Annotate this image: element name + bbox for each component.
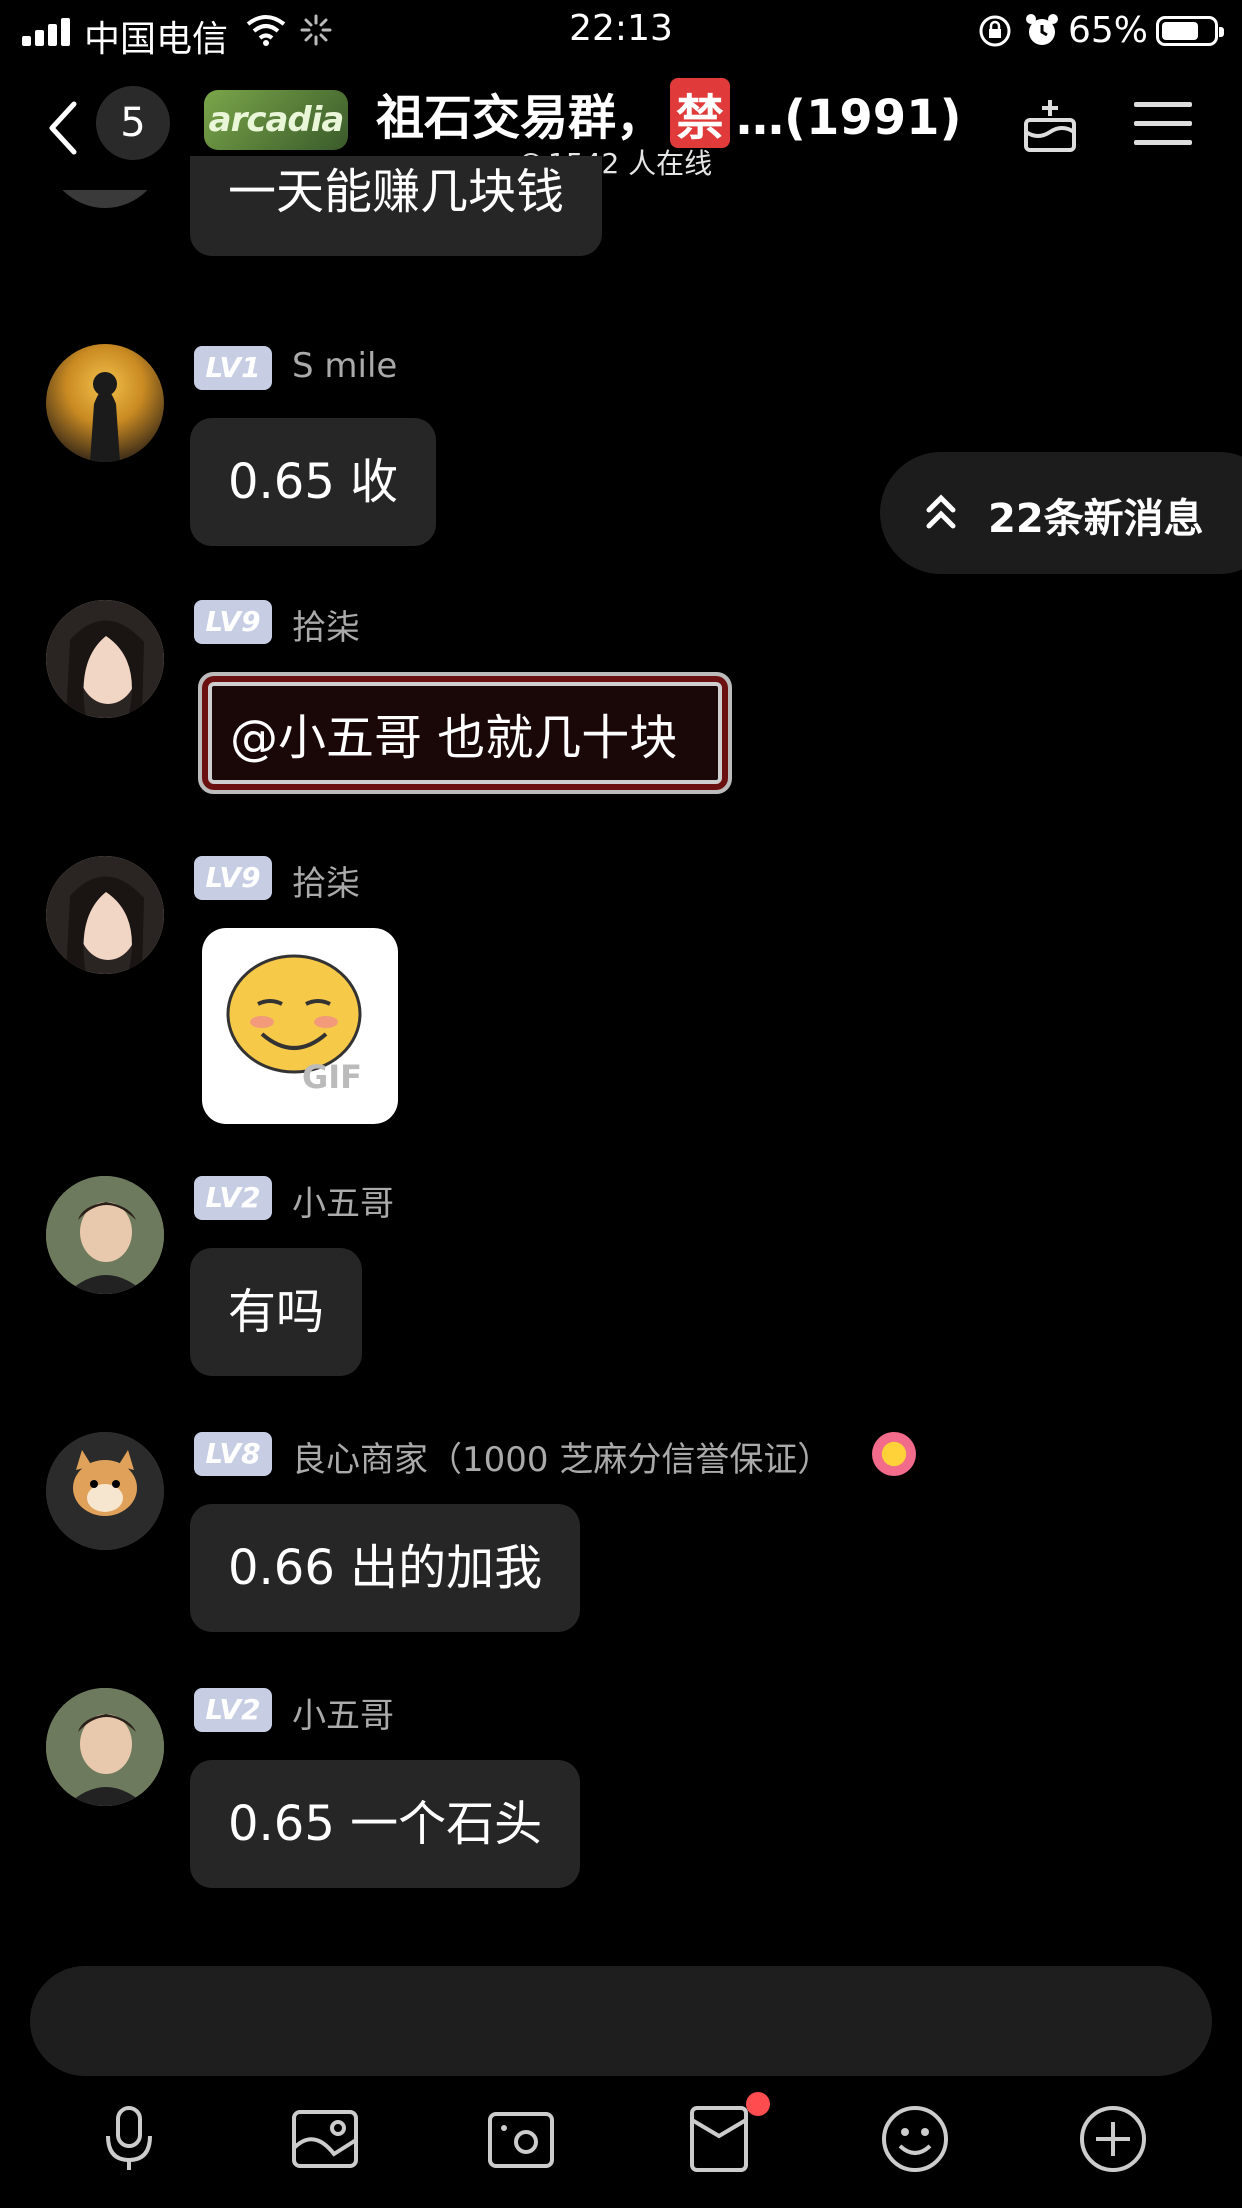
message-bubble[interactable]: 有吗 — [190, 1248, 363, 1376]
group-title[interactable]: 祖石交易群，禁 …(1991) — [376, 78, 962, 148]
level-badge: LV2 — [194, 1176, 272, 1220]
group-title-prefix: 祖石交易群， — [376, 90, 665, 146]
level-badge: LV8 — [194, 1432, 272, 1476]
message-bubble[interactable]: 0.66 出的加我 — [190, 1504, 581, 1632]
battery-icon — [1156, 16, 1224, 46]
group-logo: arcadia — [204, 90, 348, 150]
sender-name[interactable]: S mile — [292, 346, 397, 386]
double-chevron-up-icon — [926, 494, 956, 529]
menu-icon[interactable] — [1134, 100, 1192, 148]
unread-count-badge[interactable]: 5 — [96, 86, 170, 160]
new-messages-label: 22条新消息 — [988, 496, 1204, 542]
level-badge: LV9 — [194, 856, 272, 900]
level-badge: LV1 — [194, 346, 272, 390]
alarm-icon — [1026, 14, 1058, 45]
photo-icon[interactable] — [290, 2104, 360, 2174]
message-bubble[interactable]: 0.65 一个石头 — [190, 1760, 581, 1888]
level-badge: LV2 — [194, 1688, 272, 1732]
sender-name[interactable]: 良心商家（1000 芝麻分信誉保证） — [292, 1432, 831, 1481]
plus-icon[interactable] — [1078, 2104, 1148, 2174]
sender-name[interactable]: 拾柒 — [292, 600, 360, 649]
chat-header: 5 arcadia 祖石交易群，禁 …(1991) 1542 人在线 — [0, 68, 1242, 188]
avatar[interactable] — [46, 344, 164, 462]
gif-label: GIF — [302, 1058, 363, 1096]
avatar[interactable] — [46, 600, 164, 718]
message-text: @小五哥 也就几十块 — [230, 710, 678, 766]
battery-percent: 65% — [1068, 10, 1149, 51]
status-bar: 中国电信 22:13 65% — [0, 0, 1242, 62]
emoji-icon[interactable] — [880, 2104, 950, 2174]
gif-sticker[interactable]: GIF — [202, 928, 398, 1124]
message-input[interactable] — [30, 1966, 1212, 2076]
back-icon[interactable] — [42, 98, 82, 158]
rotation-lock-icon — [979, 15, 1011, 47]
avatar[interactable] — [46, 1176, 164, 1294]
sender-name[interactable]: 小五哥 — [292, 1688, 394, 1737]
avatar[interactable] — [46, 1432, 164, 1550]
banned-badge: 禁 — [670, 78, 731, 148]
avatar[interactable] — [46, 856, 164, 974]
sender-name[interactable]: 拾柒 — [292, 856, 360, 905]
microphone-icon[interactable] — [94, 2104, 164, 2174]
group-title-suffix: …(1991) — [736, 90, 962, 146]
cake-icon[interactable] — [1020, 96, 1080, 154]
notification-dot — [746, 2092, 770, 2116]
sender-name[interactable]: 小五哥 — [292, 1176, 394, 1225]
decorated-message-bubble[interactable]: @小五哥 也就几十块 — [188, 664, 742, 802]
flower-emoji-icon — [872, 1432, 916, 1476]
message-bubble[interactable]: 0.65 收 — [190, 418, 437, 546]
red-packet-icon[interactable] — [684, 2104, 754, 2174]
new-messages-button[interactable]: 22条新消息 — [880, 452, 1242, 574]
level-badge: LV9 — [194, 600, 272, 644]
avatar[interactable] — [46, 1688, 164, 1806]
camera-icon[interactable] — [486, 2104, 556, 2174]
